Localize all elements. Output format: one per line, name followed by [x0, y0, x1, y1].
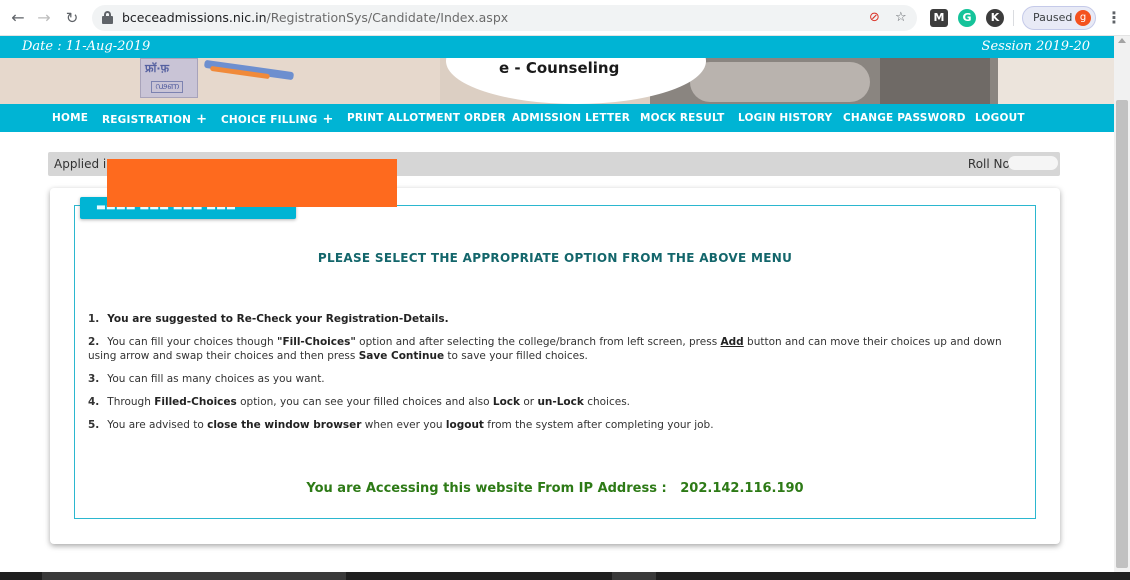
- redaction-block: [107, 159, 397, 207]
- menu-change-password[interactable]: CHANGE PASSWORD: [843, 112, 966, 124]
- forward-arrow-icon[interactable]: →: [34, 8, 54, 28]
- menu-logout[interactable]: LOGOUT: [975, 112, 1025, 124]
- applied-in-label: Applied in: [54, 157, 114, 171]
- select-option-headline: PLEASE SELECT THE APPROPRIATE OPTION FRO…: [317, 251, 793, 265]
- instruction-item: 2. You can fill your choices though "Fill…: [88, 336, 1002, 362]
- blocked-popup-icon[interactable]: ⊘: [869, 10, 880, 25]
- plus-icon: +: [196, 112, 208, 127]
- banner-far-image: [998, 58, 1114, 104]
- back-arrow-icon[interactable]: ←: [8, 8, 28, 28]
- lock-icon: [102, 11, 113, 24]
- toolbar-divider: [1013, 10, 1014, 26]
- instruction-item: 1. You are suggested to Re-Check your Reg…: [88, 313, 449, 325]
- date-session-bar: Date : 11-Aug-2019 Session 2019-20: [0, 36, 1114, 58]
- bookmark-star-icon[interactable]: ☆: [895, 10, 907, 25]
- paused-label: Paused: [1033, 11, 1073, 24]
- instruction-item: 3. You can fill as many choices as you wa…: [88, 373, 325, 385]
- instruction-item: 4. Through Filled-Choices option, you can…: [88, 396, 631, 408]
- date-text: Date : 11-Aug-2019: [22, 39, 151, 54]
- profile-paused-button[interactable]: Paused g: [1022, 6, 1096, 30]
- taskbar-item[interactable]: [612, 572, 656, 580]
- page-scrollbar[interactable]: [1114, 36, 1130, 572]
- grammarly-extension-icon[interactable]: G: [958, 9, 976, 27]
- address-bar[interactable]: bceceadmissions.nic.in/RegistrationSys/C…: [92, 5, 917, 31]
- welcome-card: ▬▬▬▬ ▬▬▬ ▬▬▬ ▬▬▬ PLEASE SELECT THE APPRO…: [50, 188, 1060, 544]
- instructions-list: 1. You are suggested to Re-Check your Reg…: [88, 312, 1028, 441]
- menu-choice-filling-label: CHOICE FILLING: [221, 114, 318, 126]
- plus-icon: +: [322, 112, 334, 127]
- banner-title: e - Counseling: [499, 59, 620, 77]
- menu-home[interactable]: HOME: [52, 112, 88, 124]
- url-domain: bceceadmissions.nic.in: [122, 10, 267, 25]
- menu-registration-label: REGISTRATION: [102, 114, 192, 126]
- gmail-extension-icon[interactable]: M: [930, 9, 948, 27]
- menu-admission-letter[interactable]: ADMISSION LETTER: [512, 112, 630, 124]
- menu-mock-result[interactable]: MOCK RESULT: [640, 112, 725, 124]
- session-text: Session 2019-20: [981, 39, 1090, 54]
- menu-print-allotment-order[interactable]: PRINT ALLOTMENT ORDER: [347, 112, 506, 124]
- kebab-menu-icon[interactable]: ⋮: [1106, 8, 1122, 27]
- url-text: bceceadmissions.nic.in/RegistrationSys/C…: [122, 10, 508, 25]
- k-extension-icon[interactable]: K: [986, 9, 1004, 27]
- instruction-item: 5. You are advised to close the window br…: [88, 419, 714, 431]
- instruction-text: You are suggested to Re-Check your Regis…: [107, 313, 449, 325]
- scroll-thumb[interactable]: [1116, 100, 1128, 568]
- site-banner: फ्रॉ·फ़ ഢണ e - Counseling: [0, 58, 1114, 104]
- url-path: /RegistrationSys/Candidate/Index.aspx: [266, 10, 509, 25]
- menu-registration[interactable]: REGISTRATION +: [102, 112, 207, 127]
- reload-icon[interactable]: ↻: [62, 8, 82, 28]
- main-menu: HOME REGISTRATION + CHOICE FILLING + PRINT…: [0, 104, 1114, 132]
- menu-login-history[interactable]: LOGIN HISTORY: [738, 112, 832, 124]
- scroll-up-arrow-icon[interactable]: [1118, 38, 1126, 43]
- ip-address-line: You are Accessing this website From IP A…: [306, 481, 804, 496]
- browser-toolbar: ← → ↻ bceceadmissions.nic.in/Registratio…: [0, 0, 1130, 36]
- instruction-text: You can fill as many choices as you want…: [107, 373, 325, 385]
- profile-avatar: g: [1075, 10, 1091, 26]
- bcece-logo-icon: फ्रॉ·फ़ ഢണ: [140, 58, 198, 98]
- os-taskbar: [0, 572, 1130, 580]
- taskbar-item[interactable]: [42, 572, 346, 580]
- menu-choice-filling[interactable]: CHOICE FILLING +: [221, 112, 334, 127]
- roll-no-redaction: [1008, 156, 1058, 170]
